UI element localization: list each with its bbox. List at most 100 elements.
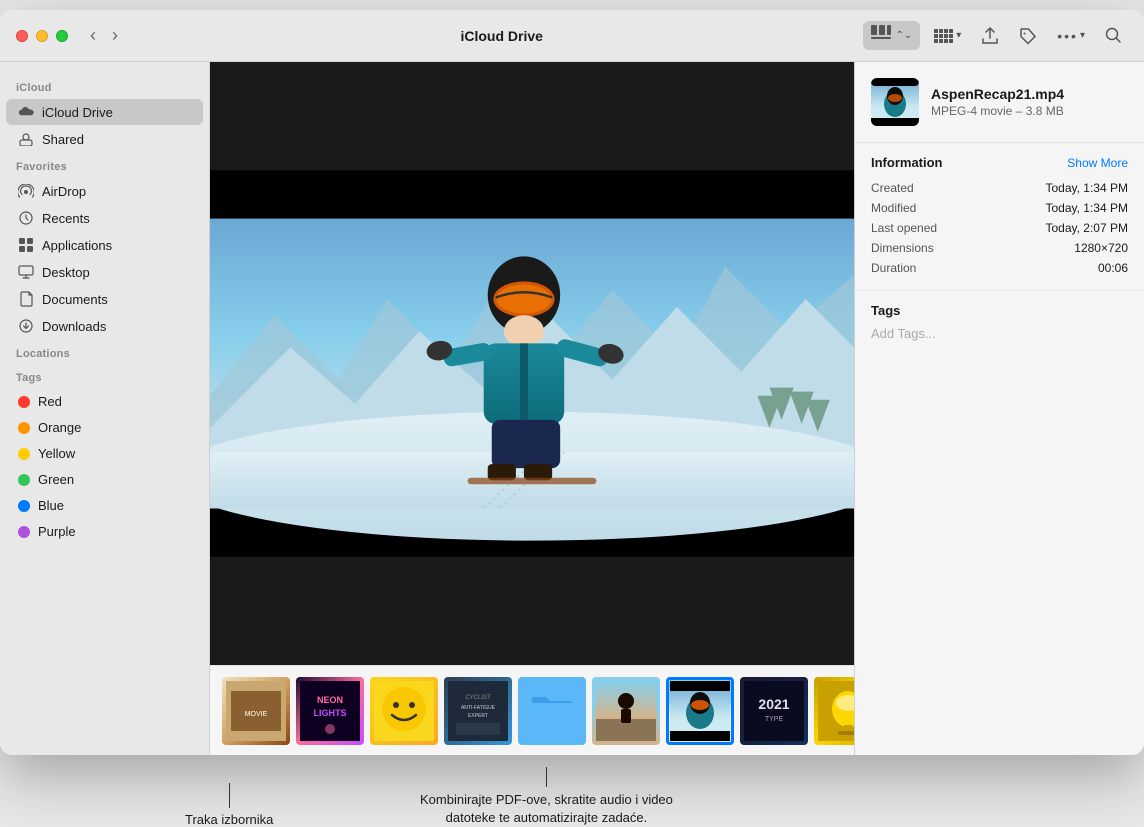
sidebar-section-tags: Tags bbox=[0, 364, 209, 388]
tag-label-orange: Orange bbox=[38, 420, 81, 435]
close-button[interactable] bbox=[16, 30, 28, 42]
thumbnail-strip: MOVIE NEON LIGHTS bbox=[210, 665, 854, 755]
sidebar-item-tag-blue[interactable]: Blue bbox=[6, 493, 203, 518]
tag-dot-yellow bbox=[18, 448, 30, 460]
sidebar-item-tag-green[interactable]: Green bbox=[6, 467, 203, 492]
recents-icon bbox=[18, 210, 34, 226]
duration-value: 00:06 bbox=[1098, 261, 1128, 275]
main-image bbox=[210, 62, 854, 665]
description-annotation-text: Kombinirajte PDF-ove, skratite audio i v… bbox=[420, 791, 673, 827]
share-button[interactable] bbox=[975, 23, 1005, 49]
last-opened-row: Last opened Today, 2:07 PM bbox=[871, 218, 1128, 238]
sidebar-item-tag-red[interactable]: Red bbox=[6, 389, 203, 414]
file-name: AspenRecap21.mp4 bbox=[931, 86, 1128, 102]
tag-dot-blue bbox=[18, 500, 30, 512]
sidebar-item-shared[interactable]: Shared bbox=[6, 126, 203, 152]
sidebar-item-desktop[interactable]: Desktop bbox=[6, 259, 203, 285]
sidebar-item-label-shared: Shared bbox=[42, 132, 84, 147]
thumbnail-4[interactable]: CYCLIST ANTI-FATIGUE EXPERT bbox=[444, 677, 512, 745]
search-button[interactable] bbox=[1099, 23, 1128, 48]
shared-icon bbox=[18, 131, 34, 147]
svg-text:MOVIE: MOVIE bbox=[245, 711, 268, 718]
thumbnail-7[interactable] bbox=[666, 677, 734, 745]
sidebar-section-icloud: iCloud bbox=[0, 74, 209, 98]
gallery-view-icon bbox=[871, 25, 891, 46]
tag-label-blue: Blue bbox=[38, 498, 64, 513]
sidebar-item-documents[interactable]: Documents bbox=[6, 286, 203, 312]
tag-dot-green bbox=[18, 474, 30, 486]
modified-row: Modified Today, 1:34 PM bbox=[871, 198, 1128, 218]
thumbnail-8[interactable]: 2021 TYPE bbox=[740, 677, 808, 745]
svg-text:2021: 2021 bbox=[758, 696, 789, 712]
sidebar-item-label-recents: Recents bbox=[42, 211, 90, 226]
svg-text:NEON: NEON bbox=[317, 695, 343, 705]
thumbnail-5[interactable] bbox=[518, 677, 586, 745]
created-value: Today, 1:34 PM bbox=[1046, 181, 1129, 195]
add-tags-field[interactable]: Add Tags... bbox=[871, 326, 1128, 341]
file-header: AspenRecap21.mp4 MPEG-4 movie – 3.8 MB bbox=[855, 62, 1144, 143]
info-section-header: Information Show More bbox=[871, 155, 1128, 170]
toolbar-right: ⌃⌄ ▾ bbox=[863, 21, 1128, 50]
file-thumbnail bbox=[871, 78, 919, 126]
tags-title: Tags bbox=[871, 303, 1128, 318]
sidebar-item-downloads[interactable]: Downloads bbox=[6, 313, 203, 339]
sidebar-item-airdrop[interactable]: AirDrop bbox=[6, 178, 203, 204]
nav-buttons: ‹ › bbox=[84, 21, 124, 50]
file-type: MPEG-4 movie – 3.8 MB bbox=[931, 104, 1128, 118]
file-info: AspenRecap21.mp4 MPEG-4 movie – 3.8 MB bbox=[931, 86, 1128, 118]
thumbnail-6[interactable] bbox=[592, 677, 660, 745]
sidebar-item-tag-yellow[interactable]: Yellow bbox=[6, 441, 203, 466]
finder-window: ‹ › iCloud Drive ⌃⌄ bbox=[0, 10, 1144, 755]
show-more-button[interactable]: Show More bbox=[1067, 156, 1128, 170]
sidebar-item-applications[interactable]: Applications bbox=[6, 232, 203, 258]
info-section: Information Show More Created Today, 1:3… bbox=[855, 143, 1144, 291]
tag-label-red: Red bbox=[38, 394, 62, 409]
forward-button[interactable]: › bbox=[106, 21, 124, 50]
minimize-button[interactable] bbox=[36, 30, 48, 42]
chevron-down-icon2: ▾ bbox=[1080, 30, 1085, 41]
modified-label: Modified bbox=[871, 201, 916, 215]
created-row: Created Today, 1:34 PM bbox=[871, 178, 1128, 198]
info-panel: AspenRecap21.mp4 MPEG-4 movie – 3.8 MB I… bbox=[854, 62, 1144, 755]
thumbnail-1[interactable]: MOVIE bbox=[222, 677, 290, 745]
sidebar-item-label-airdrop: AirDrop bbox=[42, 184, 86, 199]
chevron-up-down-icon: ⌃⌄ bbox=[895, 30, 912, 41]
duration-label: Duration bbox=[871, 261, 916, 275]
thumbnail-9[interactable] bbox=[814, 677, 854, 745]
tag-label-purple: Purple bbox=[38, 524, 76, 539]
desktop-icon bbox=[18, 264, 34, 280]
traffic-lights bbox=[16, 30, 68, 42]
tag-button[interactable] bbox=[1013, 23, 1043, 49]
airdrop-icon bbox=[18, 183, 34, 199]
svg-text:ANTI-FATIGUE: ANTI-FATIGUE bbox=[461, 705, 496, 711]
sidebar-item-icloud-drive[interactable]: iCloud Drive bbox=[6, 99, 203, 125]
downloads-icon bbox=[18, 318, 34, 334]
modified-value: Today, 1:34 PM bbox=[1046, 201, 1129, 215]
gallery-view-button[interactable]: ⌃⌄ bbox=[863, 21, 920, 50]
back-button[interactable]: ‹ bbox=[84, 21, 102, 50]
more-options-button[interactable]: ••• ▾ bbox=[1051, 24, 1091, 48]
info-section-title: Information bbox=[871, 155, 943, 170]
sidebar-item-tag-purple[interactable]: Purple bbox=[6, 519, 203, 544]
dimensions-label: Dimensions bbox=[871, 241, 934, 255]
tag-dot-red bbox=[18, 396, 30, 408]
applications-icon bbox=[18, 237, 34, 253]
dimensions-row: Dimensions 1280×720 bbox=[871, 238, 1128, 258]
tag-dot-orange bbox=[18, 422, 30, 434]
svg-text:TYPE: TYPE bbox=[765, 716, 784, 723]
window-title: iCloud Drive bbox=[140, 28, 863, 44]
last-opened-value: Today, 2:07 PM bbox=[1046, 221, 1129, 235]
svg-text:EXPERT: EXPERT bbox=[468, 713, 488, 719]
view-options-button[interactable]: ▾ bbox=[928, 24, 967, 48]
toolbar-annotation-text: Traka izbornika bbox=[185, 812, 273, 827]
sidebar-item-tag-orange[interactable]: Orange bbox=[6, 415, 203, 440]
gallery-main bbox=[210, 62, 854, 665]
duration-row: Duration 00:06 bbox=[871, 258, 1128, 278]
thumbnail-2[interactable]: NEON LIGHTS bbox=[296, 677, 364, 745]
cloud-icon bbox=[18, 104, 34, 120]
fullscreen-button[interactable] bbox=[56, 30, 68, 42]
sidebar-item-label-downloads: Downloads bbox=[42, 319, 106, 334]
thumbnail-3[interactable] bbox=[370, 677, 438, 745]
sidebar-item-label-applications: Applications bbox=[42, 238, 112, 253]
sidebar-item-recents[interactable]: Recents bbox=[6, 205, 203, 231]
